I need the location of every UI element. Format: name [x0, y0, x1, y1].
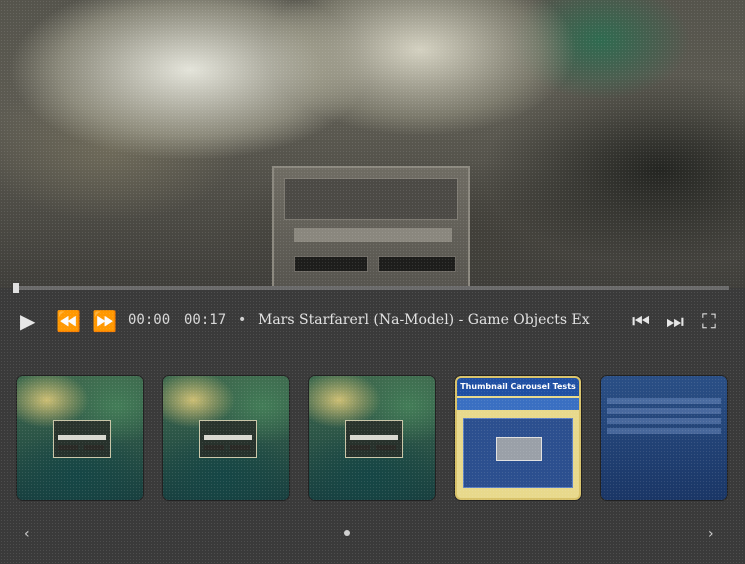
playlist-carousel: Thumbnail Carousel Tests: [0, 376, 745, 502]
fast-forward-icon[interactable]: ⏩: [92, 310, 117, 332]
thumbnail-dialog: [199, 420, 257, 458]
seek-bar-handle[interactable]: [13, 283, 19, 293]
thumbnail-header: Thumbnail Carousel Tests: [457, 378, 579, 396]
thumbnail-screenshot: [463, 418, 573, 488]
thumbnail-row: [607, 428, 721, 434]
media-title: Mars Starfarerl (Na-Model) - Game Object…: [258, 312, 590, 328]
chevron-right-icon[interactable]: ›: [708, 526, 714, 542]
playlist-thumbnail[interactable]: [17, 376, 143, 500]
thumbnail-subheader: [457, 398, 579, 410]
video-viewport[interactable]: [0, 0, 745, 288]
playlist-thumbnail[interactable]: [601, 376, 727, 500]
video-frame-dialog: [272, 166, 470, 288]
player-controls: ▶ ⏪ ⏩ 00:00 00:17 • Mars Starfarerl (Na-…: [0, 304, 745, 338]
thumbnail-dialog: [53, 420, 111, 458]
video-frame-dialog-field: [294, 228, 452, 242]
previous-track-icon[interactable]: ⏮: [632, 310, 650, 332]
thumbnail-screenshot-dialog: [496, 437, 542, 461]
video-frame-dialog-panel: [284, 178, 458, 220]
fullscreen-icon[interactable]: ⛶: [702, 310, 716, 332]
thumbnail-row: [607, 398, 721, 404]
rewind-icon[interactable]: ⏪: [56, 310, 81, 332]
thumbnail-dialog: [345, 420, 403, 458]
carousel-page-indicator[interactable]: [344, 530, 350, 536]
current-time: 00:00: [128, 312, 171, 328]
video-frame-dialog-button: [378, 256, 456, 272]
playlist-thumbnail-selected[interactable]: Thumbnail Carousel Tests: [455, 376, 581, 500]
playlist-thumbnail[interactable]: [163, 376, 289, 500]
play-icon[interactable]: ▶: [20, 310, 35, 332]
chevron-left-icon[interactable]: ‹: [24, 526, 30, 542]
seek-bar[interactable]: [13, 283, 729, 293]
thumbnail-row: [607, 408, 721, 414]
playlist-thumbnail[interactable]: [309, 376, 435, 500]
duration: 00:17: [184, 312, 227, 328]
title-separator: •: [238, 312, 247, 328]
thumbnail-row: [607, 418, 721, 424]
video-frame-dialog-button: [294, 256, 368, 272]
next-track-icon[interactable]: ⏭: [666, 310, 684, 332]
